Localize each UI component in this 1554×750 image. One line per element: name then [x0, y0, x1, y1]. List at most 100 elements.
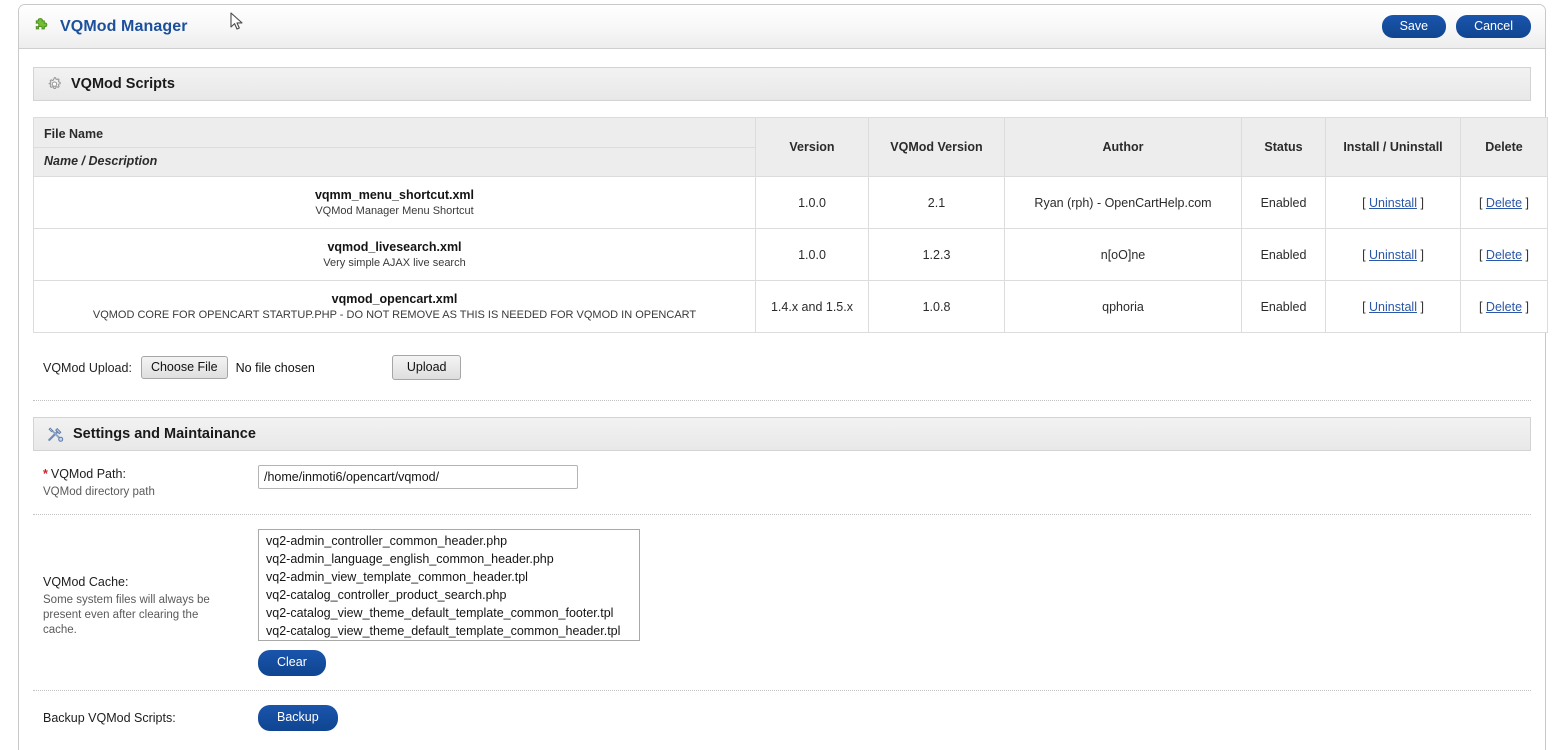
- backup-button[interactable]: Backup: [258, 705, 338, 731]
- vqmod-cache-label: VQMod Cache:: [43, 575, 258, 589]
- list-item[interactable]: vq2-admin_view_template_common_header.tp…: [259, 568, 639, 586]
- bracket-open: [: [1362, 196, 1365, 210]
- clear-cache-button[interactable]: Clear: [258, 650, 326, 676]
- vqmod-scripts-section-header: VQMod Scripts: [33, 67, 1531, 101]
- vqmod-path-row: *VQMod Path: VQMod directory path: [33, 451, 1531, 514]
- cell-delete: [ Delete ]: [1461, 281, 1548, 333]
- table-header: File Name Name / Description Version VQM…: [34, 118, 1548, 177]
- clear-button-wrapper: Clear: [258, 650, 1521, 676]
- section-title-scripts: VQMod Scripts: [71, 76, 175, 92]
- file-description-text: VQMOD CORE FOR OPENCART STARTUP.PHP - DO…: [42, 309, 747, 321]
- column-header-file-name-label: File Name: [34, 118, 755, 148]
- puzzle-piece-icon: [33, 17, 52, 36]
- page-title: VQMod Manager: [60, 18, 188, 36]
- delete-link[interactable]: Delete: [1486, 196, 1522, 210]
- cell-file-name: vqmod_opencart.xml VQMOD CORE FOR OPENCA…: [34, 281, 756, 333]
- bracket-open: [: [1362, 248, 1365, 262]
- separator-upload: [33, 400, 1531, 401]
- bracket-close: ]: [1420, 196, 1423, 210]
- uninstall-link[interactable]: Uninstall: [1369, 196, 1417, 210]
- list-item[interactable]: vq2-catalog_view_theme_default_template_…: [259, 622, 639, 640]
- app-window: VQMod Manager Save Cancel VQMod Scripts: [18, 4, 1546, 750]
- file-description-text: Very simple AJAX live search: [42, 257, 747, 269]
- content-area: VQMod Scripts File Name: [19, 49, 1545, 747]
- uninstall-link-wrapper: [ Uninstall ]: [1362, 248, 1424, 262]
- upload-button[interactable]: Upload: [392, 355, 462, 380]
- cell-vqmod-version: 1.0.8: [869, 281, 1005, 333]
- vqmod-scripts-table: File Name Name / Description Version VQM…: [33, 117, 1548, 333]
- list-item[interactable]: vq2-admin_language_english_common_header…: [259, 550, 639, 568]
- cell-author: Ryan (rph) - OpenCartHelp.com: [1005, 177, 1242, 229]
- vqmod-path-field-group: [258, 465, 1521, 489]
- cell-version: 1.4.x and 1.5.x: [756, 281, 869, 333]
- cell-status: Enabled: [1242, 177, 1326, 229]
- vqmod-path-label-text: VQMod Path:: [51, 467, 126, 481]
- uninstall-link-wrapper: [ Uninstall ]: [1362, 300, 1424, 314]
- cell-install-uninstall: [ Uninstall ]: [1326, 229, 1461, 281]
- bracket-close: ]: [1526, 300, 1529, 314]
- vqmod-path-input[interactable]: [258, 465, 578, 489]
- no-file-chosen-text: No file chosen: [236, 361, 315, 375]
- bracket-close: ]: [1526, 248, 1529, 262]
- cell-file-name: vqmod_livesearch.xml Very simple AJAX li…: [34, 229, 756, 281]
- table-row: vqmm_menu_shortcut.xml VQMod Manager Men…: [34, 177, 1548, 229]
- backup-scripts-label: Backup VQMod Scripts:: [43, 711, 258, 725]
- delete-link[interactable]: Delete: [1486, 248, 1522, 262]
- section-title-settings: Settings and Maintainance: [73, 426, 256, 442]
- vqmod-upload-label: VQMod Upload:: [43, 361, 132, 375]
- bracket-open: [: [1479, 196, 1482, 210]
- column-header-status: Status: [1242, 118, 1326, 177]
- bracket-open: [: [1479, 248, 1482, 262]
- required-marker: *: [43, 467, 48, 481]
- uninstall-link[interactable]: Uninstall: [1369, 248, 1417, 262]
- table-body: vqmm_menu_shortcut.xml VQMod Manager Men…: [34, 177, 1548, 333]
- list-item[interactable]: vq2-system_engine_controller.php: [259, 640, 639, 641]
- top-bar-title-group: VQMod Manager: [33, 17, 188, 36]
- tools-icon: [46, 425, 65, 444]
- bracket-open: [: [1479, 300, 1482, 314]
- vqmod-cache-label-group: VQMod Cache: Some system files will alwa…: [43, 529, 258, 638]
- vqmod-path-label: *VQMod Path:: [43, 467, 258, 481]
- vqmod-upload-row: VQMod Upload: Choose File No file chosen…: [33, 333, 1531, 400]
- cell-status: Enabled: [1242, 229, 1326, 281]
- vqmod-cache-field-group: vq2-admin_controller_common_header.php v…: [258, 529, 1521, 676]
- top-bar-actions: Save Cancel: [1382, 15, 1535, 38]
- cell-vqmod-version: 1.2.3: [869, 229, 1005, 281]
- cell-version: 1.0.0: [756, 177, 869, 229]
- bracket-close: ]: [1526, 196, 1529, 210]
- vqmod-path-sublabel: VQMod directory path: [43, 485, 225, 500]
- cell-vqmod-version: 2.1: [869, 177, 1005, 229]
- vqmod-cache-listbox[interactable]: vq2-admin_controller_common_header.php v…: [258, 529, 640, 641]
- column-header-author: Author: [1005, 118, 1242, 177]
- cell-author: n[oO]ne: [1005, 229, 1242, 281]
- cell-author: qphoria: [1005, 281, 1242, 333]
- list-item[interactable]: vq2-catalog_controller_product_search.ph…: [259, 586, 639, 604]
- column-header-delete: Delete: [1461, 118, 1548, 177]
- choose-file-button[interactable]: Choose File: [141, 356, 228, 379]
- cell-delete: [ Delete ]: [1461, 229, 1548, 281]
- save-button[interactable]: Save: [1382, 15, 1447, 38]
- table-row: vqmod_livesearch.xml Very simple AJAX li…: [34, 229, 1548, 281]
- bracket-close: ]: [1420, 248, 1423, 262]
- settings-block: *VQMod Path: VQMod directory path VQMod …: [33, 451, 1531, 747]
- uninstall-link-wrapper: [ Uninstall ]: [1362, 196, 1424, 210]
- cancel-button[interactable]: Cancel: [1456, 15, 1531, 38]
- bracket-open: [: [1362, 300, 1365, 314]
- file-description-text: VQMod Manager Menu Shortcut: [42, 205, 747, 217]
- column-header-name-description: Name / Description: [34, 148, 755, 176]
- settings-maintainance-section-header: Settings and Maintainance: [33, 417, 1531, 451]
- uninstall-link[interactable]: Uninstall: [1369, 300, 1417, 314]
- backup-scripts-row: Backup VQMod Scripts: Backup: [33, 691, 1531, 747]
- file-name-text: vqmm_menu_shortcut.xml: [42, 188, 747, 202]
- cell-file-name: vqmm_menu_shortcut.xml VQMod Manager Men…: [34, 177, 756, 229]
- cell-status: Enabled: [1242, 281, 1326, 333]
- file-name-text: vqmod_livesearch.xml: [42, 240, 747, 254]
- cell-install-uninstall: [ Uninstall ]: [1326, 177, 1461, 229]
- cell-version: 1.0.0: [756, 229, 869, 281]
- delete-link-wrapper: [ Delete ]: [1479, 300, 1529, 314]
- list-item[interactable]: vq2-catalog_view_theme_default_template_…: [259, 604, 639, 622]
- delete-link[interactable]: Delete: [1486, 300, 1522, 314]
- cell-install-uninstall: [ Uninstall ]: [1326, 281, 1461, 333]
- vqmod-cache-sublabel: Some system files will always be present…: [43, 593, 225, 638]
- list-item[interactable]: vq2-admin_controller_common_header.php: [259, 532, 639, 550]
